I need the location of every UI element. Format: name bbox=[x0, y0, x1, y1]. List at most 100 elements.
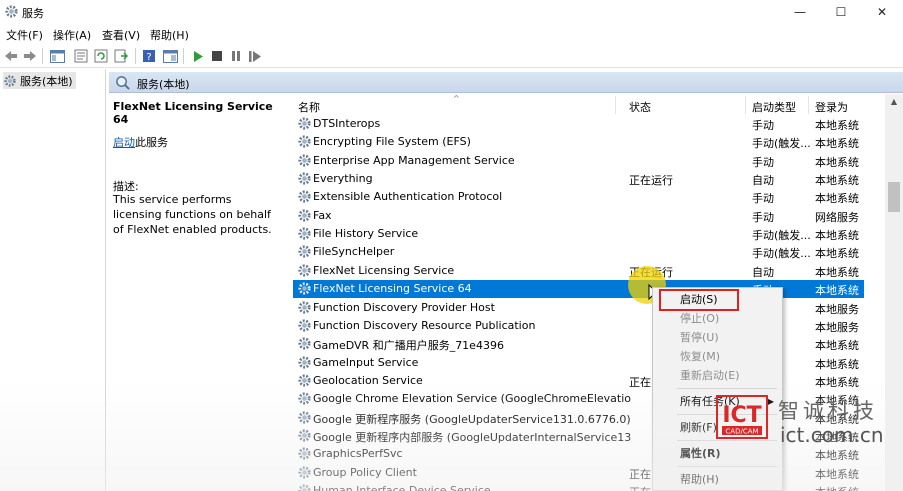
minimize-button[interactable]: — bbox=[780, 2, 820, 22]
service-logon-as: 本地系统 bbox=[815, 375, 859, 389]
service-gear-icon bbox=[298, 484, 311, 491]
service-row[interactable]: Enterprise App Management Service 手动 本地系统 bbox=[293, 152, 864, 170]
stop-service-icon[interactable] bbox=[209, 48, 225, 64]
menu-file[interactable]: 文件(F) bbox=[6, 27, 43, 43]
title-bar: 服务 — ☐ ✕ bbox=[0, 0, 903, 24]
toolbar: ? bbox=[0, 44, 903, 68]
menu-action[interactable]: 操作(A) bbox=[53, 27, 91, 43]
description-pane: FlexNet Licensing Service 64 启动此服务 描述: T… bbox=[109, 94, 289, 491]
pause-service-icon[interactable] bbox=[228, 48, 244, 64]
service-gear-icon bbox=[298, 319, 311, 332]
export-list-icon[interactable] bbox=[113, 48, 129, 64]
service-name: Extensible Authentication Protocol bbox=[313, 190, 503, 204]
menu-bar: 文件(F) 操作(A) 查看(V) 帮助(H) bbox=[0, 24, 903, 43]
scrollbar-thumb[interactable] bbox=[888, 182, 900, 212]
service-gear-icon bbox=[298, 264, 311, 277]
start-service-line: 启动此服务 bbox=[113, 134, 168, 150]
start-service-link[interactable]: 启动 bbox=[113, 136, 135, 149]
menu-help[interactable]: 帮助(H) bbox=[150, 27, 189, 43]
start-service-icon[interactable] bbox=[190, 48, 206, 64]
service-name: Google 更新程序内部服务 (GoogleUpdaterInternalSe… bbox=[313, 430, 631, 444]
search-gear-icon bbox=[116, 76, 130, 90]
column-divider bbox=[808, 96, 809, 114]
ctx-help[interactable]: 帮助(H) bbox=[653, 470, 782, 489]
show-console-tree-icon[interactable] bbox=[49, 48, 65, 64]
service-gear-icon bbox=[298, 411, 311, 424]
service-logon-as: 本地系统 bbox=[815, 119, 859, 132]
back-icon[interactable] bbox=[3, 48, 19, 64]
scroll-up-arrow-icon[interactable]: ▲ bbox=[885, 94, 903, 110]
service-startup-type: 手动 bbox=[752, 119, 774, 132]
pane-title: 服务(本地) bbox=[137, 78, 190, 91]
service-row[interactable]: FlexNet Licensing Service正在运行自动本地系统 bbox=[293, 262, 864, 280]
service-name: GameInput Service bbox=[313, 355, 419, 369]
service-name: Enterprise App Management Service bbox=[313, 153, 515, 167]
toolbar-separator bbox=[183, 48, 184, 64]
service-row[interactable]: DTSInterops 手动 本地系统 bbox=[293, 115, 864, 133]
service-startup-type: 手动 bbox=[752, 155, 774, 169]
restart-service-icon[interactable] bbox=[247, 48, 263, 64]
start-service-suffix: 此服务 bbox=[135, 136, 168, 149]
tree-item-services-local[interactable]: 服务(本地) bbox=[3, 72, 76, 89]
service-logon-as: 本地系统 bbox=[815, 484, 865, 491]
service-name: Function Discovery Provider Host bbox=[313, 300, 495, 314]
service-gear-icon bbox=[298, 227, 311, 240]
service-logon-as: 本地系统 bbox=[815, 265, 859, 279]
svg-text:?: ? bbox=[146, 52, 151, 63]
description-text: This service performs licensing function… bbox=[113, 193, 272, 236]
service-logon-as: 本地系统 bbox=[815, 137, 859, 151]
column-header-status[interactable]: 状态 bbox=[629, 99, 651, 115]
service-gear-icon bbox=[298, 447, 311, 460]
sort-ascending-icon: ^ bbox=[453, 94, 460, 103]
service-logon-as: 本地系统 bbox=[815, 357, 859, 371]
view-icon[interactable] bbox=[162, 48, 178, 64]
window-title: 服务 bbox=[22, 7, 44, 20]
ctx-separator bbox=[677, 466, 777, 467]
service-row[interactable]: Everything 正在运行 自动 本地系统 bbox=[293, 170, 864, 188]
service-row[interactable]: Encrypting File System (EFS) 手动(触发... 本地系统 bbox=[293, 133, 864, 151]
ctx-resume: 恢复(M) bbox=[680, 350, 721, 363]
svg-text:CAD/CAM: CAD/CAM bbox=[725, 428, 758, 436]
help-icon[interactable]: ? bbox=[141, 48, 157, 64]
service-gear-icon bbox=[298, 355, 311, 369]
ctx-stop: 停止(O) bbox=[680, 312, 720, 325]
service-name: FlexNet Licensing Service bbox=[313, 263, 455, 277]
console-tree: 服务(本地) bbox=[0, 69, 106, 491]
service-gear-icon bbox=[298, 392, 311, 405]
forward-icon[interactable] bbox=[22, 48, 38, 64]
close-button[interactable]: ✕ bbox=[862, 2, 902, 22]
service-gear-icon bbox=[298, 209, 311, 222]
service-logon-as: 本地系统 bbox=[815, 247, 859, 261]
service-row[interactable]: Extensible Authentication Protocol 手动 本地系统 bbox=[293, 188, 864, 206]
toolbar-separator bbox=[42, 48, 43, 64]
service-logon-as: 本地系统 bbox=[815, 284, 859, 298]
column-header-name[interactable]: 名称 bbox=[298, 99, 320, 115]
service-gear-icon bbox=[298, 300, 311, 314]
maximize-button[interactable]: ☐ bbox=[821, 2, 861, 22]
service-name: Function Discovery Resource Publication bbox=[313, 318, 536, 332]
column-header-startup-type[interactable]: 启动类型 bbox=[752, 99, 796, 115]
toolbar-separator bbox=[135, 48, 136, 64]
service-row[interactable]: FileSyncHelper 手动(触发... 本地系统 bbox=[293, 243, 864, 261]
menu-view[interactable]: 查看(V) bbox=[102, 27, 140, 43]
watermark-url: ict.com.cn bbox=[780, 423, 884, 447]
service-name: FlexNet Licensing Service 64 bbox=[313, 282, 472, 296]
services-gear-icon bbox=[4, 74, 16, 87]
refresh-icon[interactable] bbox=[93, 48, 109, 64]
service-gear-icon bbox=[298, 429, 311, 442]
service-row[interactable]: Fax 手动 网络服务 bbox=[293, 207, 864, 225]
service-gear-icon bbox=[298, 337, 311, 350]
properties-icon[interactable] bbox=[73, 48, 89, 64]
ctx-separator bbox=[677, 388, 777, 389]
service-logon-as: 网络服务 bbox=[815, 210, 859, 224]
service-row[interactable]: File History Service 手动(触发... 本地系统 bbox=[293, 225, 864, 243]
service-logon-as: 本地服务 bbox=[815, 302, 859, 316]
column-header-logon-as[interactable]: 登录为 bbox=[815, 99, 848, 115]
service-gear-icon bbox=[298, 135, 311, 148]
ctx-properties[interactable]: 属性(R) bbox=[653, 444, 782, 463]
ctx-pause: 暂停(U) bbox=[680, 331, 719, 344]
watermark: ICT CAD/CAM 智诚科技 ict.com.cn bbox=[716, 395, 896, 447]
highlight-box bbox=[659, 289, 739, 311]
service-logon-as: 本地系统 bbox=[815, 155, 859, 169]
service-gear-icon bbox=[298, 245, 311, 259]
